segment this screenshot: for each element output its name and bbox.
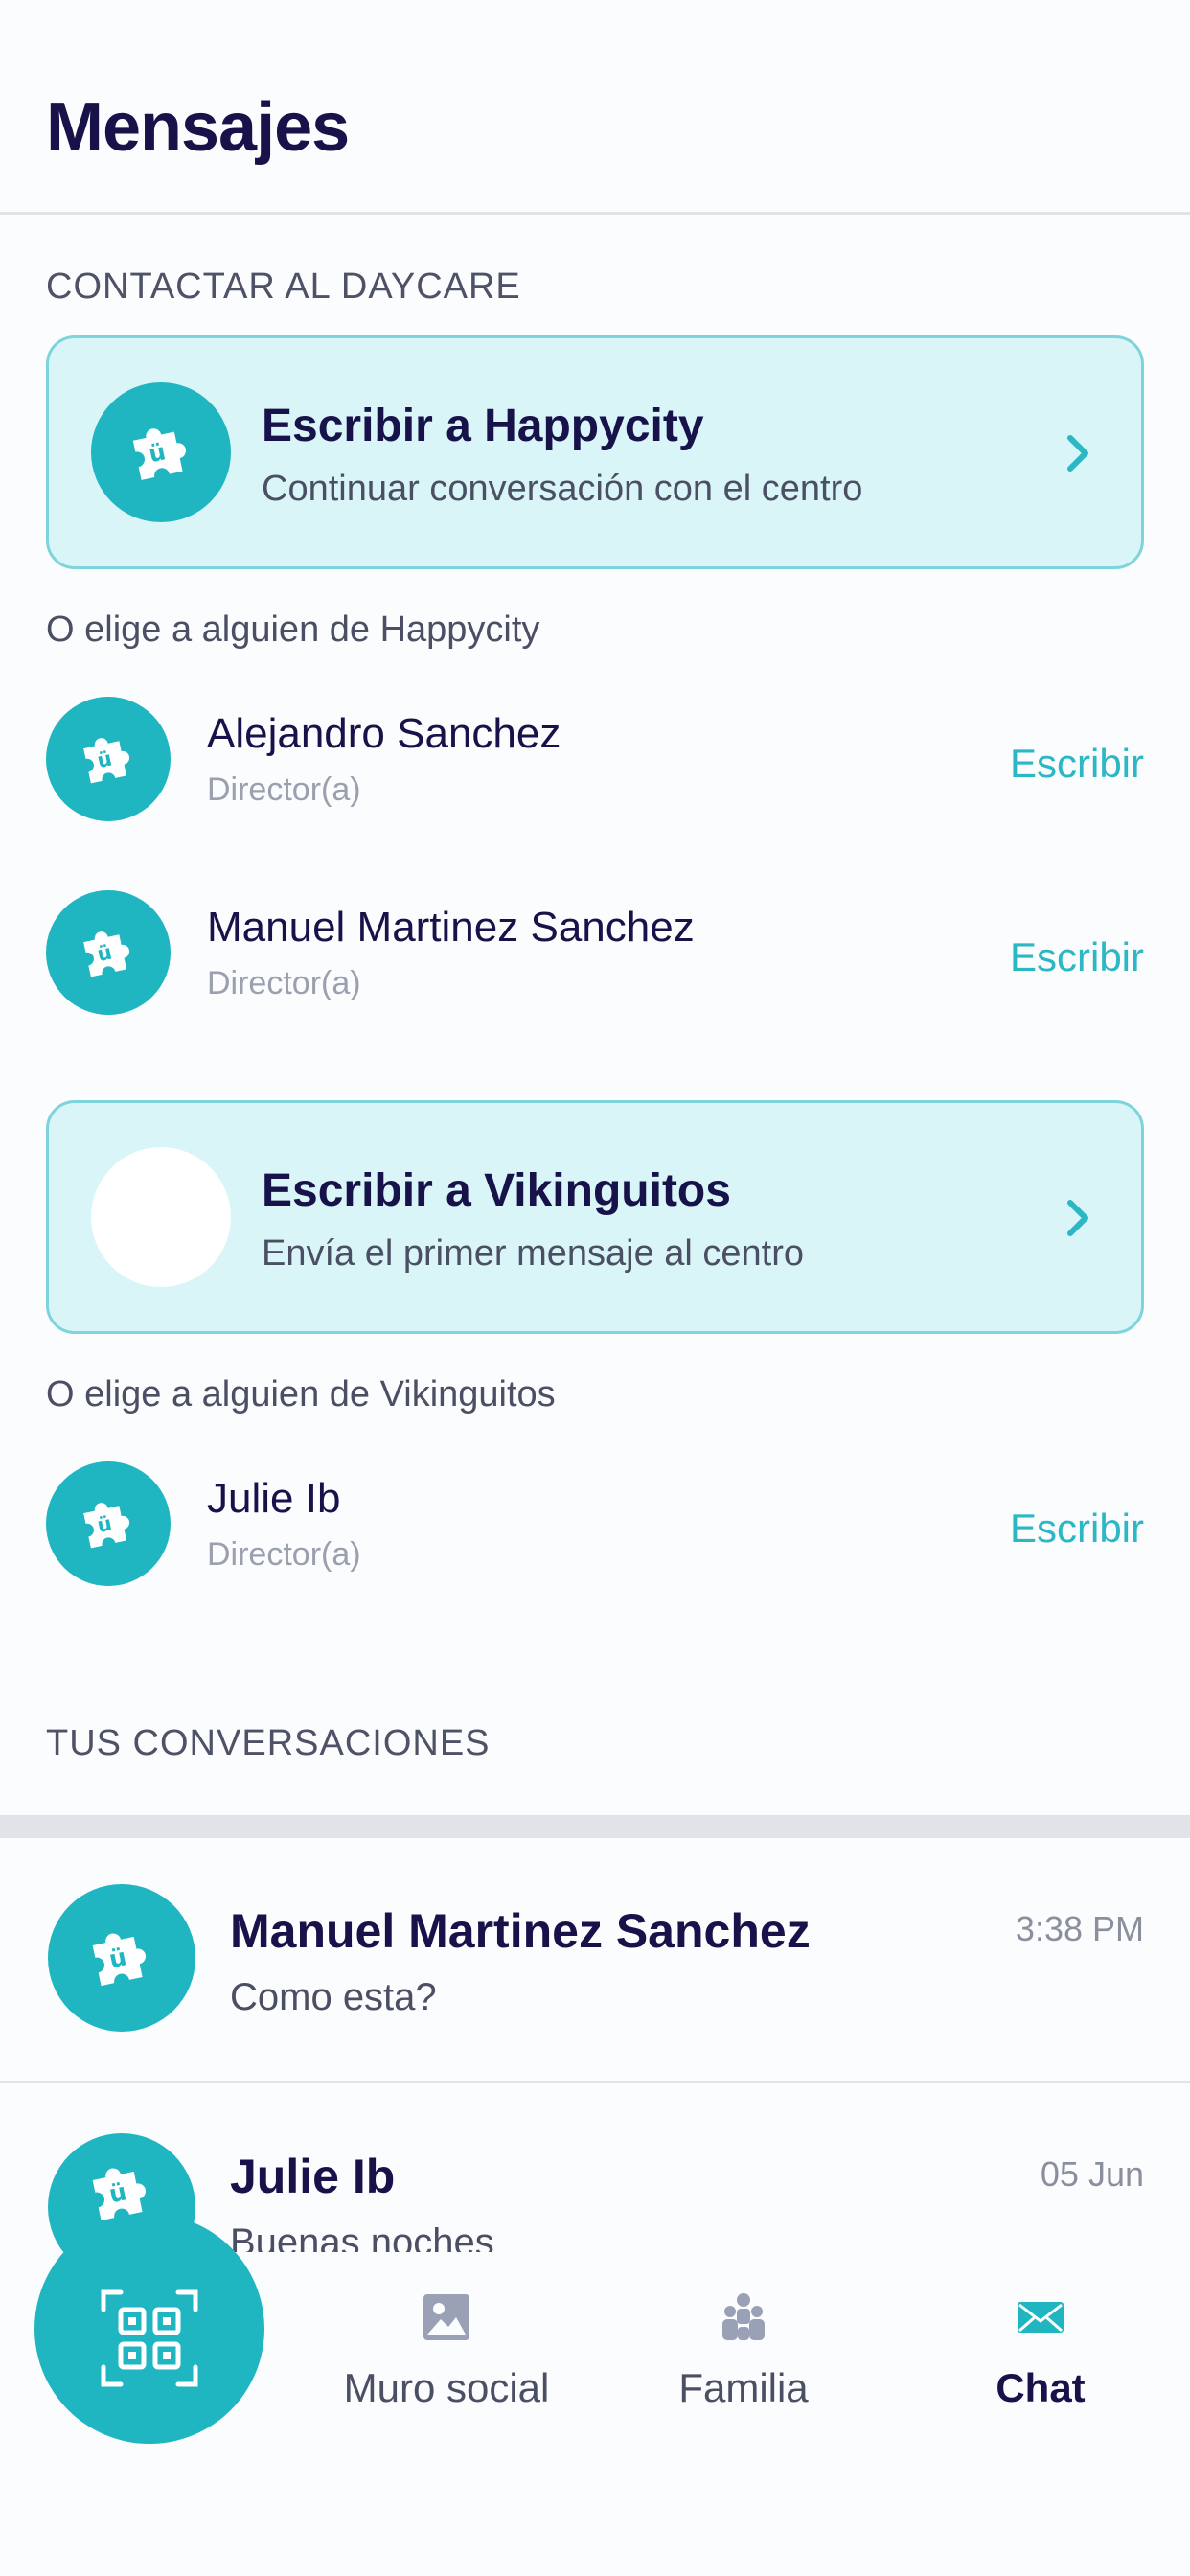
center-card-title: Escribir a Vikinguitos	[262, 1165, 731, 1216]
conversation-last-message: Como esta?	[230, 1976, 437, 2018]
center-card-subtitle: Continuar conversación con el centro	[262, 469, 863, 509]
conversation-name: Julie Ib	[230, 2150, 396, 2203]
center-card-subtitle: Envía el primer mensaje al centro	[262, 1233, 805, 1274]
staff-avatar-puzzle-icon: ü	[46, 1461, 171, 1586]
conversations-section-label: TUS CONVERSACIONES	[46, 1723, 491, 1763]
staff-name: Julie Ib	[207, 1475, 341, 1522]
staff-role: Director(a)	[207, 965, 361, 1001]
staff-role: Director(a)	[207, 1536, 361, 1573]
contact-section-label: CONTACTAR AL DAYCARE	[46, 266, 521, 307]
tab-label: Familia	[678, 2365, 809, 2410]
staff-row[interactable]: ü Manuel Martinez Sanchez Director(a) Es…	[0, 890, 1190, 1024]
tab-muro-social[interactable]: Muro social	[303, 2290, 590, 2411]
header: Mensajes	[0, 0, 1190, 215]
qr-code-icon	[101, 2289, 198, 2387]
conversation-time: 05 Jun	[1040, 2154, 1144, 2194]
staff-role: Director(a)	[207, 771, 361, 808]
chevron-right-icon	[1059, 425, 1097, 482]
conversation-row[interactable]: ü Manuel Martinez Sanchez Como esta? 3:3…	[0, 1838, 1190, 2083]
center-card-title: Escribir a Happycity	[262, 401, 704, 451]
qr-scan-button[interactable]	[34, 2214, 264, 2444]
staff-name: Alejandro Sanchez	[207, 710, 561, 757]
write-to-center-card[interactable]: ü Escribir a Happycity Continuar convers…	[46, 335, 1144, 569]
write-button[interactable]: Escribir	[1010, 741, 1144, 787]
staff-name: Manuel Martinez Sanchez	[207, 904, 695, 951]
tab-familia[interactable]: Familia	[600, 2290, 887, 2411]
page-title: Mensajes	[46, 89, 350, 166]
conversation-time: 3:38 PM	[1015, 1909, 1144, 1948]
mail-icon	[1014, 2290, 1067, 2344]
center-avatar-puzzle-icon: ü	[91, 382, 231, 522]
choose-staff-label: O elige a alguien de Happycity	[46, 610, 540, 650]
tab-label: Muro social	[343, 2365, 550, 2410]
conversation-avatar-puzzle-icon: ü	[48, 1884, 195, 2032]
staff-row[interactable]: ü Alejandro Sanchez Director(a) Escribir	[0, 697, 1190, 831]
write-to-center-card[interactable]: Escribir a Vikinguitos Envía el primer m…	[46, 1100, 1144, 1334]
staff-avatar-puzzle-icon: ü	[46, 890, 171, 1015]
staff-row[interactable]: ü Julie Ib Director(a) Escribir	[0, 1461, 1190, 1596]
tab-chat[interactable]: Chat	[897, 2290, 1184, 2411]
staff-avatar-puzzle-icon: ü	[46, 697, 171, 821]
write-button[interactable]: Escribir	[1010, 1506, 1144, 1552]
section-divider	[0, 1815, 1190, 1838]
chevron-right-icon	[1059, 1189, 1097, 1247]
center-avatar-placeholder	[91, 1147, 231, 1287]
family-icon	[717, 2290, 770, 2344]
conversation-name: Manuel Martinez Sanchez	[230, 1904, 811, 1958]
image-icon	[420, 2290, 473, 2344]
choose-staff-label: O elige a alguien de Vikinguitos	[46, 1374, 556, 1414]
tab-label: Chat	[995, 2365, 1086, 2410]
write-button[interactable]: Escribir	[1010, 934, 1144, 980]
